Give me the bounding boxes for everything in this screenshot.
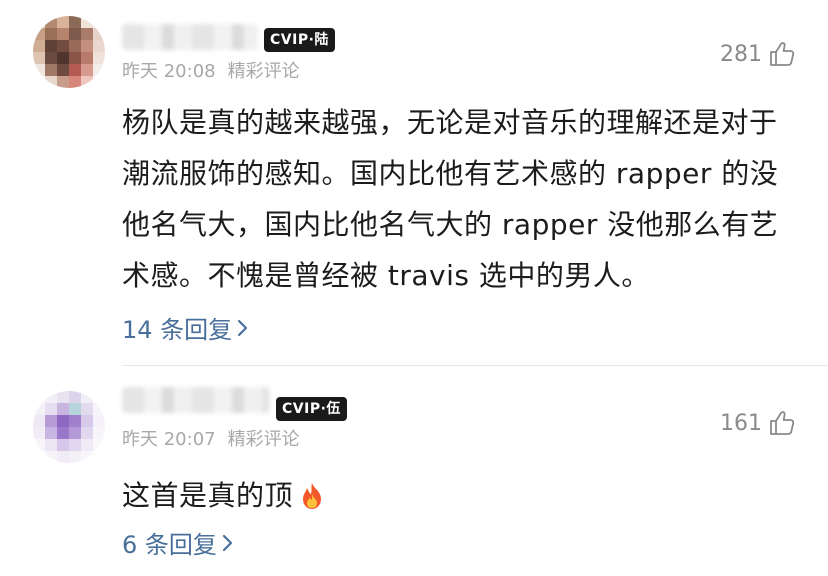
view-replies-link[interactable]: 6 条回复 [122, 525, 235, 560]
username-blurred[interactable] [122, 24, 258, 50]
comment-item: CVIP·伍 昨天 20:07 精彩评论 161 这首是真的顶 6 条回复 [0, 367, 828, 576]
like-count: 161 [720, 410, 762, 436]
chevron-right-icon [238, 319, 248, 336]
like-button[interactable]: 281 [720, 40, 796, 68]
comment-text: 杨队是真的越来越强，无论是对音乐的理解还是对于潮流服饰的感知。国内比他有艺术感的… [122, 106, 779, 292]
comment-meta: 昨天 20:07 精彩评论 [122, 429, 300, 451]
vip-badge: CVIP·陆 [264, 28, 335, 52]
comment-date: 昨天 20:08 [122, 61, 216, 82]
comment-text-content: 这首是真的顶 [122, 479, 294, 512]
featured-tag: 精彩评论 [227, 429, 300, 450]
avatar[interactable] [33, 391, 105, 463]
replies-label: 14 条回复 [122, 316, 233, 344]
chevron-right-icon [222, 534, 233, 551]
like-count: 281 [720, 41, 762, 67]
thumbs-up-icon [770, 42, 795, 66]
replies-label: 6 条回复 [122, 531, 217, 559]
view-replies-link[interactable]: 14 条回复 [122, 310, 250, 345]
comment-date: 昨天 20:07 [122, 429, 216, 450]
featured-tag: 精彩评论 [227, 61, 300, 82]
comment-text: 这首是真的顶 [122, 470, 802, 521]
comment-divider [122, 365, 828, 366]
username-blurred[interactable] [122, 387, 270, 413]
vip-badge: CVIP·伍 [276, 397, 347, 421]
fire-emoji-icon [303, 483, 322, 509]
like-button[interactable]: 161 [720, 409, 796, 437]
comment-item: CVIP·陆 昨天 20:08 精彩评论 281 杨队是真的越来越强，无论是对音乐… [0, 0, 828, 366]
comment-meta: 昨天 20:08 精彩评论 [122, 61, 300, 83]
avatar[interactable] [33, 16, 105, 88]
thumbs-up-icon [770, 411, 795, 435]
